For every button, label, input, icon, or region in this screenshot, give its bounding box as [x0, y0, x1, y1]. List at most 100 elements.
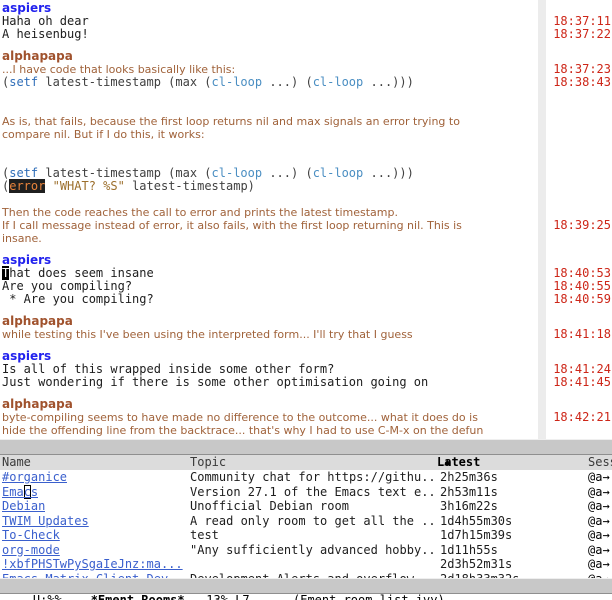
text-segment: ...)))	[363, 75, 414, 89]
room-topic: Version 27.1 of the Emacs text e...	[190, 484, 438, 499]
room-session: @a→	[588, 528, 610, 542]
message-line[interactable]: while testing this I've been using the i…	[2, 327, 612, 342]
message-line[interactable]: byte-compiling seems to have made no dif…	[2, 410, 612, 425]
room-topic: Community chat for https://githu...	[190, 470, 438, 484]
modeline-status: U:%%-	[32, 593, 91, 600]
chat-buffer[interactable]: aspiers Haha oh dear 18:37:11 A heisenbug! 1…	[0, 0, 612, 439]
column-header-session[interactable]: Sess	[588, 455, 612, 470]
room-latest: 2h53m11s	[440, 484, 498, 499]
room-latest: 3h16m22s	[440, 499, 498, 513]
room-row[interactable]: Debian Unofficial Debian room 3h16m22s @a→	[0, 499, 612, 514]
room-session: @a→	[588, 484, 610, 499]
message-line[interactable]: Haha oh dear 18:37:11	[2, 15, 612, 28]
sender-name-label: alphapapa	[2, 314, 73, 328]
message-line[interactable]: A heisenbug! 18:37:22	[2, 28, 612, 41]
message-timestamp: 18:40:59	[553, 292, 611, 306]
room-link[interactable]: Emacs	[2, 485, 38, 500]
column-header-latest[interactable]: Latest ▲	[437, 455, 480, 470]
room-link[interactable]: !xbfPHSTwPySgaIeJnz:ma...	[2, 557, 183, 572]
message-timestamp: 18:38:43	[553, 75, 611, 89]
message-line[interactable]: hide the offending line from the backtra…	[2, 424, 612, 437]
room-link[interactable]: #organice	[2, 470, 67, 485]
text-segment: Ema	[2, 484, 24, 499]
room-row[interactable]: Emacs Version 27.1 of the Emacs text e...…	[0, 485, 612, 500]
message-line[interactable]: Just wondering if there is some other op…	[2, 376, 612, 389]
text-segment: hat does seem insane	[9, 266, 154, 280]
truncation-arrow-icon: →	[602, 499, 610, 513]
truncation-arrow-icon: →	[602, 557, 610, 571]
message-line[interactable]: As is, that fails, because the first loo…	[2, 115, 612, 128]
text-segment: byte-compiling seems to have made no dif…	[2, 411, 478, 424]
text-segment: ...)))	[363, 166, 414, 180]
message-line[interactable]: insane.	[2, 232, 612, 245]
text-segment: ...) (	[262, 75, 313, 89]
text-segment: error	[9, 179, 46, 193]
room-session: @a→	[588, 557, 610, 571]
room-row[interactable]: org-mode "Any sufficiently advanced hobby…	[0, 543, 612, 558]
text-segment: setf	[9, 166, 39, 180]
text-segment: Haha oh dear	[2, 14, 89, 28]
room-row[interactable]: !xbfPHSTwPySgaIeJnz:ma... 2d3h52m31s @a→	[0, 557, 612, 572]
message-line[interactable]: compare nil. But if I do this, it works:	[2, 128, 612, 141]
text-segment: cl-loop	[211, 75, 263, 89]
room-latest: 1d11h55s	[440, 542, 498, 557]
sender-name-label: aspiers	[2, 1, 52, 15]
column-header-name[interactable]: Name	[2, 455, 31, 470]
vertical-scroll-bar[interactable]	[538, 0, 546, 439]
truncation-arrow-icon: →	[602, 470, 610, 484]
mode-line-room[interactable]: U:%*- *Ement Room: Emacs* 13% L25 (Ement…	[0, 439, 612, 468]
text-segment: Then the code reaches the call to error …	[2, 206, 398, 219]
message-line[interactable]: (error "WHAT? %S" latest-timestamp)	[2, 179, 612, 193]
room-link[interactable]: To-Check	[2, 528, 60, 543]
column-header-topic[interactable]: Topic	[190, 455, 226, 470]
sender-name-label: aspiers	[2, 253, 52, 267]
room-link[interactable]: Debian	[2, 499, 45, 514]
room-list-header: Name Topic Latest ▲ Sess	[0, 455, 612, 470]
truncation-arrow-icon: →	[602, 542, 610, 557]
sender-name[interactable]: aspiers	[2, 2, 612, 15]
text-segment: Are you compiling?	[2, 279, 133, 293]
message-line[interactable]: If I call message instead of error, it a…	[2, 219, 612, 233]
sender-name[interactable]: alphapapa	[2, 50, 612, 63]
room-row[interactable]: To-Check test 1d7h15m39s @a→	[0, 528, 612, 543]
mode-line-rooms[interactable]: U:%%- *Ement Rooms* 13% L7 (Ement room l…	[0, 578, 612, 600]
room-session: @a→	[588, 513, 610, 528]
modeline-buffer-name: *Ement Rooms*	[90, 593, 185, 600]
text-segment: Just wondering if there is some other op…	[2, 375, 429, 389]
modeline-info: 13% L7 (Ement room list ivy)	[184, 593, 445, 600]
message-timestamp: 18:41:18	[553, 327, 611, 341]
room-list-buffer[interactable]: #organice Community chat for https://gith…	[0, 470, 612, 594]
text-cursor: c	[23, 484, 31, 499]
truncation-arrow-icon: →	[602, 513, 610, 528]
text-segment: hide the offending line from the backtra…	[2, 424, 484, 437]
room-session: @a→	[588, 470, 610, 484]
truncation-arrow-icon: →	[602, 528, 610, 542]
room-link[interactable]: org-mode	[2, 543, 60, 558]
sender-name-label: aspiers	[2, 349, 52, 363]
room-topic: test	[190, 528, 219, 542]
room-topic: A read only room to get all the ...	[190, 513, 438, 528]
room-row[interactable]: #organice Community chat for https://gith…	[0, 470, 612, 485]
emacs-frame: aspiers Haha oh dear 18:37:11 A heisenbug! 1…	[0, 0, 612, 600]
message-timestamp: 18:37:22	[553, 27, 611, 41]
text-segment: s	[30, 484, 39, 499]
message-line[interactable]: * Are you compiling? 18:40:59	[2, 293, 612, 306]
text-segment: "WHAT? %S"	[52, 179, 125, 193]
sender-name[interactable]: alphapapa	[2, 315, 612, 328]
room-topic: Unofficial Debian room	[190, 499, 349, 513]
text-segment: latest-timestamp (max (	[38, 75, 212, 89]
text-segment: cl-loop	[211, 166, 263, 180]
room-link[interactable]: TWIM Updates	[2, 514, 89, 529]
room-session: @a→	[588, 542, 610, 557]
truncation-arrow-icon: →	[602, 484, 610, 499]
sender-name[interactable]: alphapapa	[2, 398, 612, 411]
text-segment: insane.	[2, 232, 42, 245]
message-line[interactable]: (setf latest-timestamp (max (cl-loop ...…	[2, 76, 612, 89]
message-timestamp: 18:42:21	[553, 410, 611, 424]
text-segment: Is all of this wrapped inside some other…	[2, 362, 335, 376]
sender-name-label: alphapapa	[2, 49, 73, 63]
message-line[interactable]: Then the code reaches the call to error …	[2, 206, 612, 219]
room-row[interactable]: TWIM Updates A read only room to get all …	[0, 514, 612, 529]
